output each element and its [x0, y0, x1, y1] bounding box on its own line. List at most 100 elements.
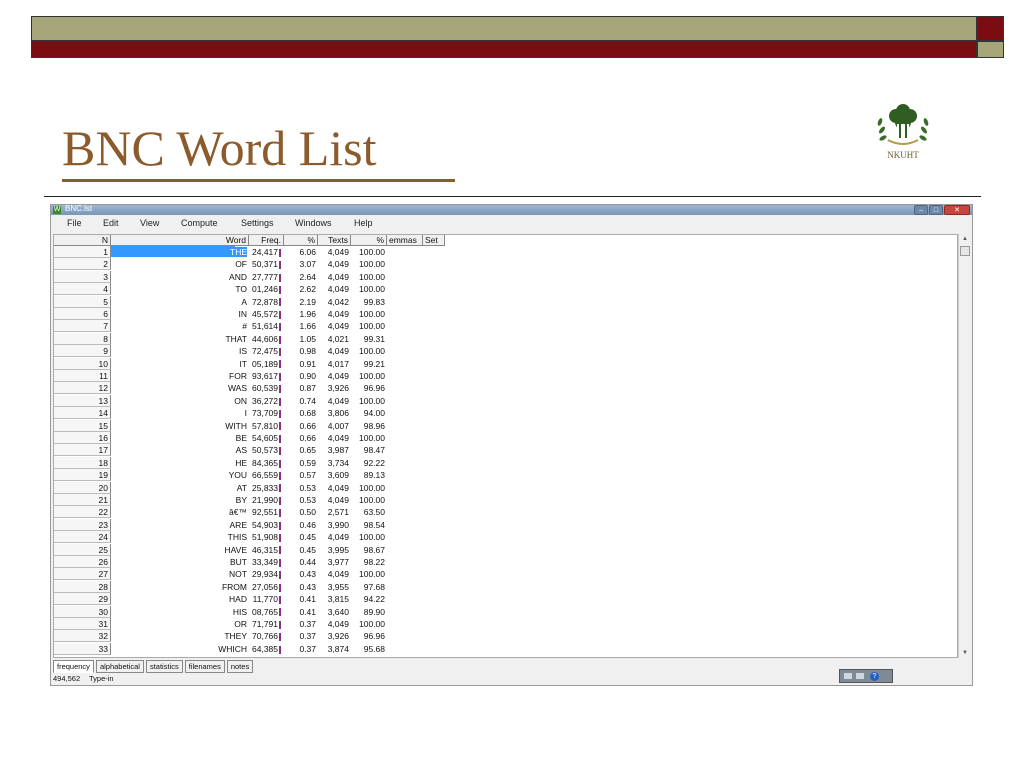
window-titlebar[interactable]: W BNC.lst – □ ✕: [51, 205, 972, 215]
cell-freq-text: 66,559: [252, 470, 278, 481]
table-row[interactable]: 7 #51,614 1.66 4,049 100.00: [54, 320, 957, 333]
help-icon[interactable]: ?: [870, 672, 879, 681]
cell-texts-percent: 100.00: [351, 345, 387, 357]
column-header-pct[interactable]: %: [284, 235, 318, 246]
column-header-word[interactable]: Word: [111, 235, 249, 246]
menu-help[interactable]: Help: [354, 218, 373, 228]
column-header-freq[interactable]: Freq.: [249, 235, 284, 246]
cell-texts-percent: 100.00: [351, 432, 387, 444]
table-row[interactable]: 5 A 72,878 2.19 4,042 99.83: [54, 295, 957, 308]
cell-freq: 29,934: [249, 568, 284, 580]
cell-percent: 0.98: [284, 345, 318, 357]
cell-texts-percent: 99.21: [351, 358, 387, 370]
table-row[interactable]: 2 OF 50,371 3.07 4,049 100.00: [54, 258, 957, 271]
cell-percent-text: 0.59: [299, 457, 316, 468]
cell-freq-text: 50,573: [252, 445, 278, 456]
cell-word-text: WITH: [225, 420, 247, 431]
table-row[interactable]: 15 WITH 57,810 0.66 4,007 98.96: [54, 419, 957, 432]
column-header-lemmas[interactable]: emmas: [387, 235, 423, 246]
cell-texts: 4,021: [318, 333, 351, 345]
table-row[interactable]: 21 BY 21,990 0.53 4,049 100.00: [54, 494, 957, 506]
table-row[interactable]: 16 BE 54,605 0.66 4,049 100.00: [54, 432, 957, 444]
table-row[interactable]: 4 TO 01,246 2.62 4,049 100.00: [54, 283, 957, 296]
table-row[interactable]: 32 THEY 70,766 0.37 3,926 96.96: [54, 630, 957, 643]
table-row[interactable]: 12 WAS 60,539 0.87 3,926 96.96: [54, 382, 957, 395]
scroll-up-icon[interactable]: ▲: [962, 236, 968, 242]
tab-frequency[interactable]: frequency: [53, 660, 94, 673]
table-row[interactable]: 19 YOU 66,559 0.57 3,609 89.13: [54, 469, 957, 482]
tab-notes[interactable]: notes: [226, 660, 254, 673]
logo-text: NKUHT: [887, 150, 919, 160]
table-row[interactable]: 25 HAVE 46,315 0.45 3,995 98.67: [54, 543, 957, 556]
cell-rank: 33: [54, 642, 111, 655]
table-row[interactable]: 10 IT 05,189 0.91 4,017 99.21: [54, 357, 957, 370]
cell-texts: 3,874: [318, 643, 351, 655]
tray-widget[interactable]: ?: [839, 669, 893, 683]
cell-freq-text: 01,246: [252, 284, 278, 295]
column-header-n[interactable]: N: [54, 235, 111, 246]
cell-word: IN: [111, 308, 249, 320]
cell-word-text: TO: [235, 284, 247, 295]
freq-bar-marker: [279, 620, 281, 629]
table-row[interactable]: 33 WHICH 64,385 0.37 3,874 95.68: [54, 642, 957, 655]
cell-percent: 0.90: [284, 370, 318, 382]
tab-alphabetical[interactable]: alphabetical: [95, 660, 144, 673]
cell-percent: 0.43: [284, 568, 318, 580]
table-row[interactable]: 3 AND 27,777 2.64 4,049 100.00: [54, 270, 957, 283]
table-row[interactable]: 26 BUT 33,349 0.44 3,977 98.22: [54, 556, 957, 568]
table-row[interactable]: 8 THAT 44,606 1.05 4,021 99.31: [54, 332, 957, 345]
cell-texts-percent: 98.54: [351, 519, 387, 531]
cell-texts: 4,049: [318, 568, 351, 580]
university-logo: NKUHT: [877, 104, 929, 160]
word-list-grid[interactable]: N Word Freq. % Texts % emmas Set 1 THE 24,…: [53, 234, 958, 658]
cell-texts-percent: 95.68: [351, 643, 387, 655]
table-row[interactable]: 28 FROM 27,056 0.43 3,955 97.68: [54, 580, 957, 593]
maximize-button[interactable]: □: [929, 205, 943, 215]
tab-filenames[interactable]: filenames: [184, 660, 225, 673]
table-row[interactable]: 23 ARE 54,903 0.46 3,990 98.54: [54, 518, 957, 531]
vertical-scrollbar[interactable]: ▲ ▼: [958, 234, 971, 658]
menu-windows[interactable]: Windows: [295, 218, 332, 228]
cell-word-text: NOT: [229, 569, 247, 580]
tray-keyboard-icon[interactable]: [856, 673, 864, 679]
cell-word: #: [111, 320, 249, 332]
cell-percent-text: 0.50: [299, 507, 316, 518]
column-header-texts[interactable]: Texts: [318, 235, 351, 246]
freq-bar-marker: [279, 583, 281, 592]
table-row[interactable]: 20 AT 25,833 0.53 4,049 100.00: [54, 481, 957, 494]
table-row[interactable]: 29 HAD 11,770 0.41 3,815 94.22: [54, 593, 957, 606]
menu-file[interactable]: File: [67, 218, 82, 228]
table-row[interactable]: 13 ON 36,272 0.74 4,049 100.00: [54, 394, 957, 407]
menu-settings[interactable]: Settings: [241, 218, 274, 228]
table-row[interactable]: 11 FOR 93,617 0.90 4,049 100.00: [54, 370, 957, 382]
scroll-down-icon[interactable]: ▼: [962, 650, 968, 656]
menu-edit[interactable]: Edit: [103, 218, 119, 228]
table-row[interactable]: 1 THE 24,417 6.06 4,049 100.00: [54, 246, 957, 258]
table-row[interactable]: 22 â€™ 92,551 0.50 2,571 63.50: [54, 506, 957, 519]
table-row[interactable]: 14 I 73,709 0.68 3,806 94.00: [54, 407, 957, 420]
column-header-texts-pct[interactable]: %: [351, 235, 387, 246]
cell-texts-percent-text: 100.00: [359, 395, 385, 406]
tab-statistics[interactable]: statistics: [145, 660, 183, 673]
menu-view[interactable]: View: [140, 218, 159, 228]
table-row[interactable]: 6 IN 45,572 1.96 4,049 100.00: [54, 308, 957, 320]
table-row[interactable]: 17 AS 50,573 0.65 3,987 98.47: [54, 444, 957, 457]
table-row[interactable]: 31 OR 71,791 0.37 4,049 100.00: [54, 618, 957, 630]
cell-texts-text: 3,734: [327, 457, 349, 468]
cell-rank: 27: [54, 568, 111, 581]
menu-compute[interactable]: Compute: [181, 218, 218, 228]
close-button[interactable]: ✕: [944, 205, 970, 215]
cell-percent-text: 0.44: [299, 557, 316, 567]
column-header-set[interactable]: Set: [423, 235, 445, 246]
minimize-button[interactable]: –: [914, 205, 928, 215]
table-row[interactable]: 27 NOT 29,934 0.43 4,049 100.00: [54, 568, 957, 581]
table-row[interactable]: 9 IS 72,475 0.98 4,049 100.00: [54, 345, 957, 358]
table-row[interactable]: 18 HE 84,365 0.59 3,734 92.22: [54, 456, 957, 469]
cell-freq: 25,833: [249, 482, 284, 494]
table-row[interactable]: 24 THIS 51,908 0.45 4,049 100.00: [54, 531, 957, 544]
cell-rank-text: 16: [98, 433, 108, 443]
cell-texts-percent-text: 100.00: [359, 309, 385, 319]
scroll-thumb[interactable]: [960, 246, 970, 256]
table-row[interactable]: 30 HIS 08,765 0.41 3,640 89.90: [54, 605, 957, 618]
cell-word-text: BUT: [230, 557, 247, 567]
